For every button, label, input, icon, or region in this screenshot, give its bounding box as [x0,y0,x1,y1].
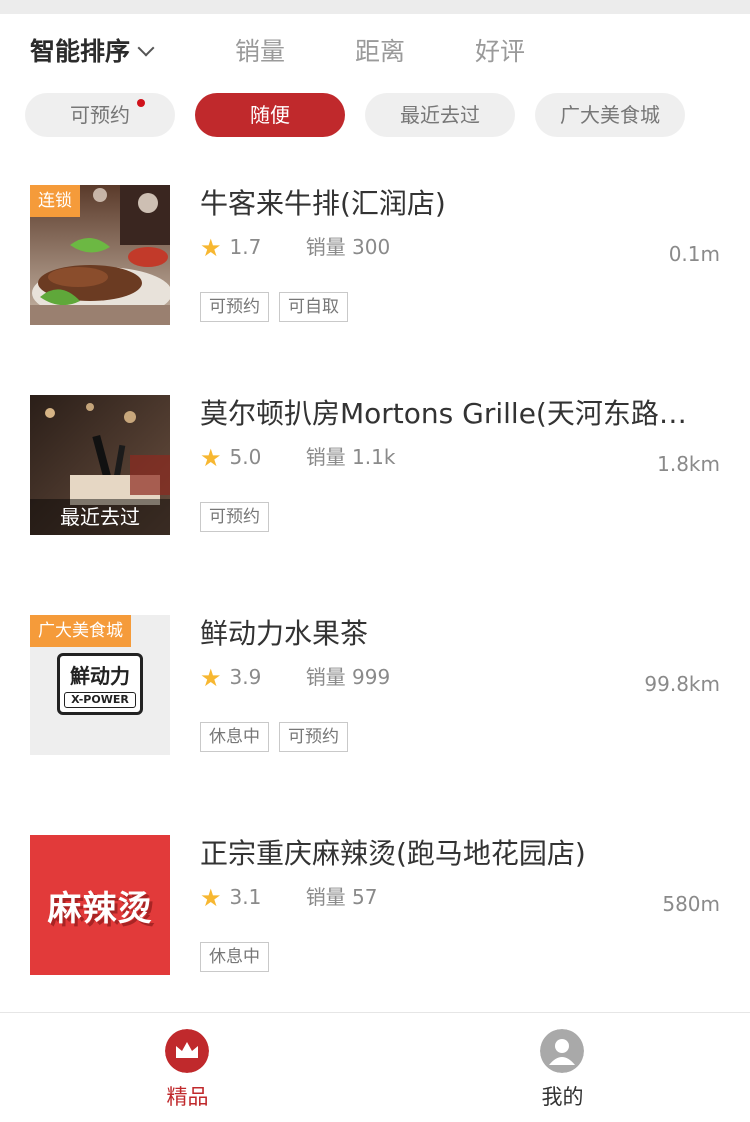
sort-smart[interactable]: 智能排序 [30,26,155,78]
tab-mine-label: 我的 [541,1085,584,1109]
rating-value: 1.7 [229,235,262,259]
shop-tags: 可预约 可自取 [200,292,358,322]
shop-tags: 休息中 [200,942,279,972]
shop-meta: ★ 3.1 销量 57 [200,882,378,912]
distance: 0.1m [668,242,720,266]
user-icon [540,1029,584,1073]
sort-sales[interactable]: 销量 [235,26,285,78]
brand-logo-sub: X-POWER [64,692,136,708]
tab-mine[interactable]: 我的 [375,1013,750,1122]
filter-recent[interactable]: 最近去过 [365,93,515,137]
shop-meta: ★ 5.0 销量 1.1k [200,442,395,472]
sales-value: 999 [352,665,391,689]
tag: 可预约 [200,292,269,322]
shop-item[interactable]: 麻辣烫 正宗重庆麻辣烫(跑马地花园店) ★ 3.1 销量 57 580m 休息中 [0,830,750,980]
sales-label: 销量 [305,235,346,259]
shop-thumbnail: 麻辣烫 [30,835,170,975]
sort-rating[interactable]: 好评 [475,26,525,78]
tag: 可预约 [279,722,348,752]
filter-random[interactable]: 随便 [195,93,345,137]
rating-value: 5.0 [229,445,262,469]
rating-value: 3.9 [229,665,262,689]
filter-food-court[interactable]: 广大美食城 [535,93,685,137]
sort-distance[interactable]: 距离 [355,26,405,78]
brand-logo-text: 麻辣烫 [47,889,153,929]
star-icon: ★ [200,444,222,472]
filter-chips: 可预约 随便 最近去过 广大美食城 [0,93,750,139]
brand-logo: 鮮动力 X-POWER [57,653,143,715]
shop-name: 莫尔顿扒房Mortons Grille(天河东路… [200,397,687,430]
distance: 99.8km [644,672,720,696]
shop-thumbnail: 连锁 [30,185,170,325]
shop-name: 牛客来牛排(汇润店) [200,187,446,220]
shop-tags: 休息中 可预约 [200,722,358,752]
shop-tags: 可预约 [200,502,279,532]
distance: 580m [662,892,720,916]
distance: 1.8km [657,452,720,476]
star-icon: ★ [200,884,222,912]
food-court-ribbon: 广大美食城 [30,615,131,647]
shop-name: 正宗重庆麻辣烫(跑马地花园店) [200,837,586,870]
shop-thumbnail: 最近去过 [30,395,170,535]
sales-value: 300 [352,235,391,259]
recent-visit-tag: 最近去过 [30,499,170,535]
tab-featured[interactable]: 精品 [0,1013,375,1122]
filter-reservable-label: 可预约 [70,103,130,127]
filter-reservable[interactable]: 可预约 [25,93,175,137]
crown-icon [165,1029,209,1073]
sort-smart-label: 智能排序 [30,37,131,66]
tag: 可预约 [200,502,269,532]
sales-label: 销量 [305,665,346,689]
sales-value: 57 [352,885,378,909]
shop-item[interactable]: 鮮动力 X-POWER 广大美食城 鲜动力水果茶 ★ 3.9 销量 999 99.… [0,610,750,760]
shop-thumbnail: 鮮动力 X-POWER 广大美食城 [30,615,170,755]
shop-item[interactable]: 最近去过 莫尔顿扒房Mortons Grille(天河东路… ★ 5.0 销量 1… [0,390,750,540]
sales-label: 销量 [305,885,346,909]
shop-name: 鲜动力水果茶 [200,617,369,650]
chevron-down-icon [137,39,155,57]
shop-item[interactable]: 连锁 牛客来牛排(汇润店) ★ 1.7 销量 300 0.1m 可预约 可自取 [0,180,750,330]
shop-meta: ★ 1.7 销量 300 [200,232,390,262]
new-dot-icon [137,99,145,107]
tag: 休息中 [200,942,269,972]
status-strip [0,0,750,14]
tag: 休息中 [200,722,269,752]
tag: 可自取 [279,292,348,322]
tab-featured-label: 精品 [166,1085,209,1109]
chain-ribbon: 连锁 [30,185,80,217]
sort-bar: 智能排序 销量 距离 好评 [0,26,750,78]
sales-label: 销量 [305,445,346,469]
brand-logo-text: 鮮动力 [70,664,130,688]
shop-meta: ★ 3.9 销量 999 [200,662,390,692]
sales-value: 1.1k [352,445,396,469]
bottom-tabbar: 精品 我的 [0,1012,750,1122]
star-icon: ★ [200,664,222,692]
rating-value: 3.1 [229,885,262,909]
star-icon: ★ [200,234,222,262]
